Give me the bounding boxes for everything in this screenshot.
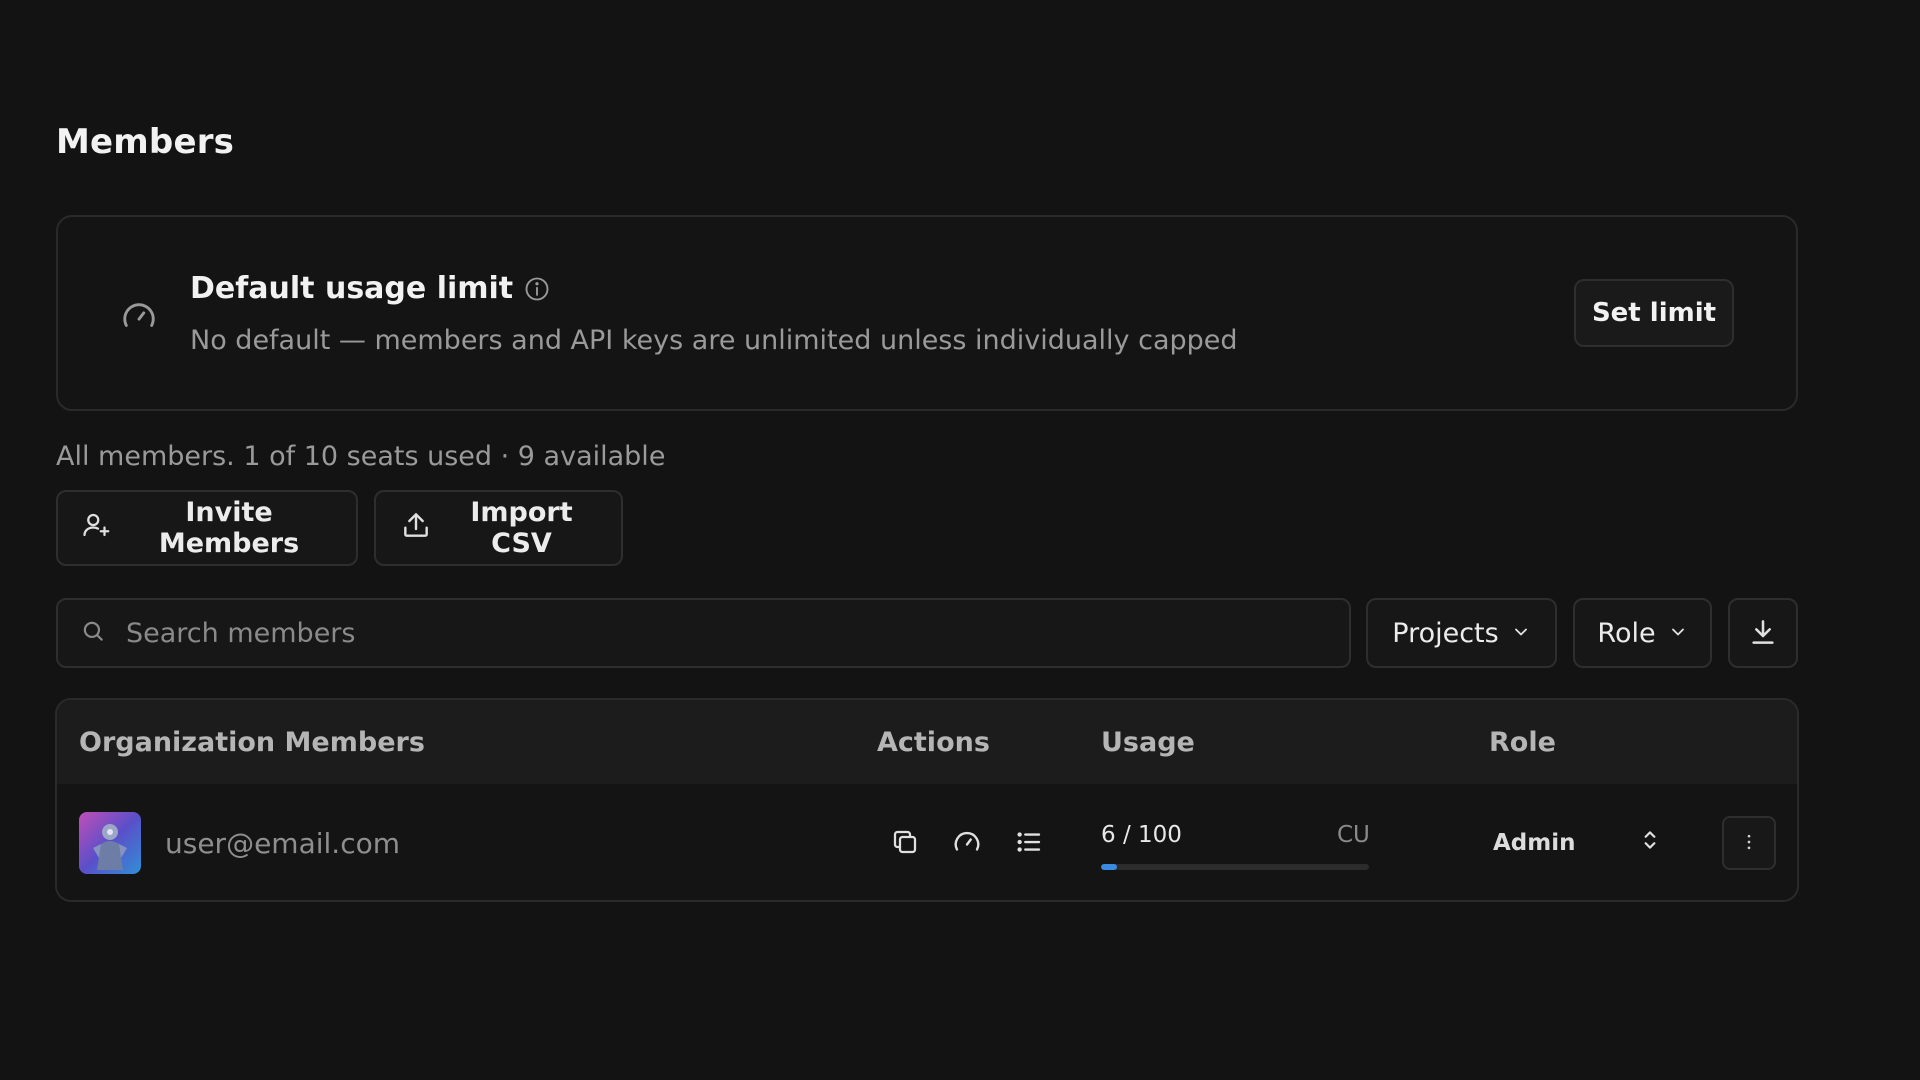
upload-icon xyxy=(400,509,432,548)
invite-members-label: Invite Members xyxy=(158,497,300,559)
limit-title-row: Default usage limit xyxy=(190,271,551,306)
role-filter-dropdown[interactable]: Role xyxy=(1573,598,1712,668)
table-header: Organization Members Actions Usage Role xyxy=(57,700,1797,784)
invite-members-button[interactable]: Invite Members xyxy=(56,490,358,566)
projects-filter-dropdown[interactable]: Projects xyxy=(1366,598,1557,668)
role-filter-label: Role xyxy=(1597,617,1656,649)
search-box xyxy=(56,598,1351,668)
member-email: user@email.com xyxy=(165,826,400,860)
header-organization-members: Organization Members xyxy=(79,726,425,758)
search-icon xyxy=(80,618,106,648)
user-plus-icon xyxy=(82,510,112,547)
chevron-down-icon xyxy=(1511,618,1531,649)
set-limit-button[interactable]: Set limit xyxy=(1574,279,1734,347)
import-csv-button[interactable]: Import CSV xyxy=(374,490,623,566)
gauge-icon[interactable] xyxy=(951,826,983,858)
more-vertical-icon xyxy=(1739,829,1759,858)
download-icon xyxy=(1747,616,1779,651)
info-icon[interactable] xyxy=(523,275,551,303)
avatar xyxy=(79,812,141,874)
usage-progress-fill xyxy=(1101,864,1118,870)
table-row: user@email.com 6 / 100 CU Admin xyxy=(57,784,1797,900)
chevron-down-icon xyxy=(1668,618,1688,649)
search-input[interactable] xyxy=(124,616,1274,650)
list-icon[interactable] xyxy=(1013,826,1045,858)
import-csv-label: Import CSV xyxy=(470,497,573,559)
gauge-icon xyxy=(120,297,158,335)
projects-filter-label: Projects xyxy=(1392,617,1499,649)
usage-progress-bar xyxy=(1101,864,1369,870)
limit-description: No default — members and API keys are un… xyxy=(190,325,1238,356)
header-usage: Usage xyxy=(1101,726,1195,758)
header-actions: Actions xyxy=(877,726,990,758)
role-select[interactable]: Admin xyxy=(1493,822,1741,864)
default-usage-limit-card: Default usage limit No default — members… xyxy=(56,215,1798,411)
seats-summary: All members. 1 of 10 seats used · 9 avai… xyxy=(56,441,666,472)
role-value: Admin xyxy=(1493,830,1576,856)
more-options-button[interactable] xyxy=(1722,816,1776,870)
usage-value: 6 / 100 xyxy=(1101,822,1182,848)
usage-unit: CU xyxy=(1337,822,1370,848)
members-table: Organization Members Actions Usage Role xyxy=(55,698,1799,902)
chevron-up-down-icon xyxy=(1637,827,1663,859)
limit-title: Default usage limit xyxy=(190,271,514,306)
page-title: Members xyxy=(56,122,235,162)
header-role: Role xyxy=(1489,726,1556,758)
copy-icon[interactable] xyxy=(889,826,921,858)
download-button[interactable] xyxy=(1728,598,1798,668)
